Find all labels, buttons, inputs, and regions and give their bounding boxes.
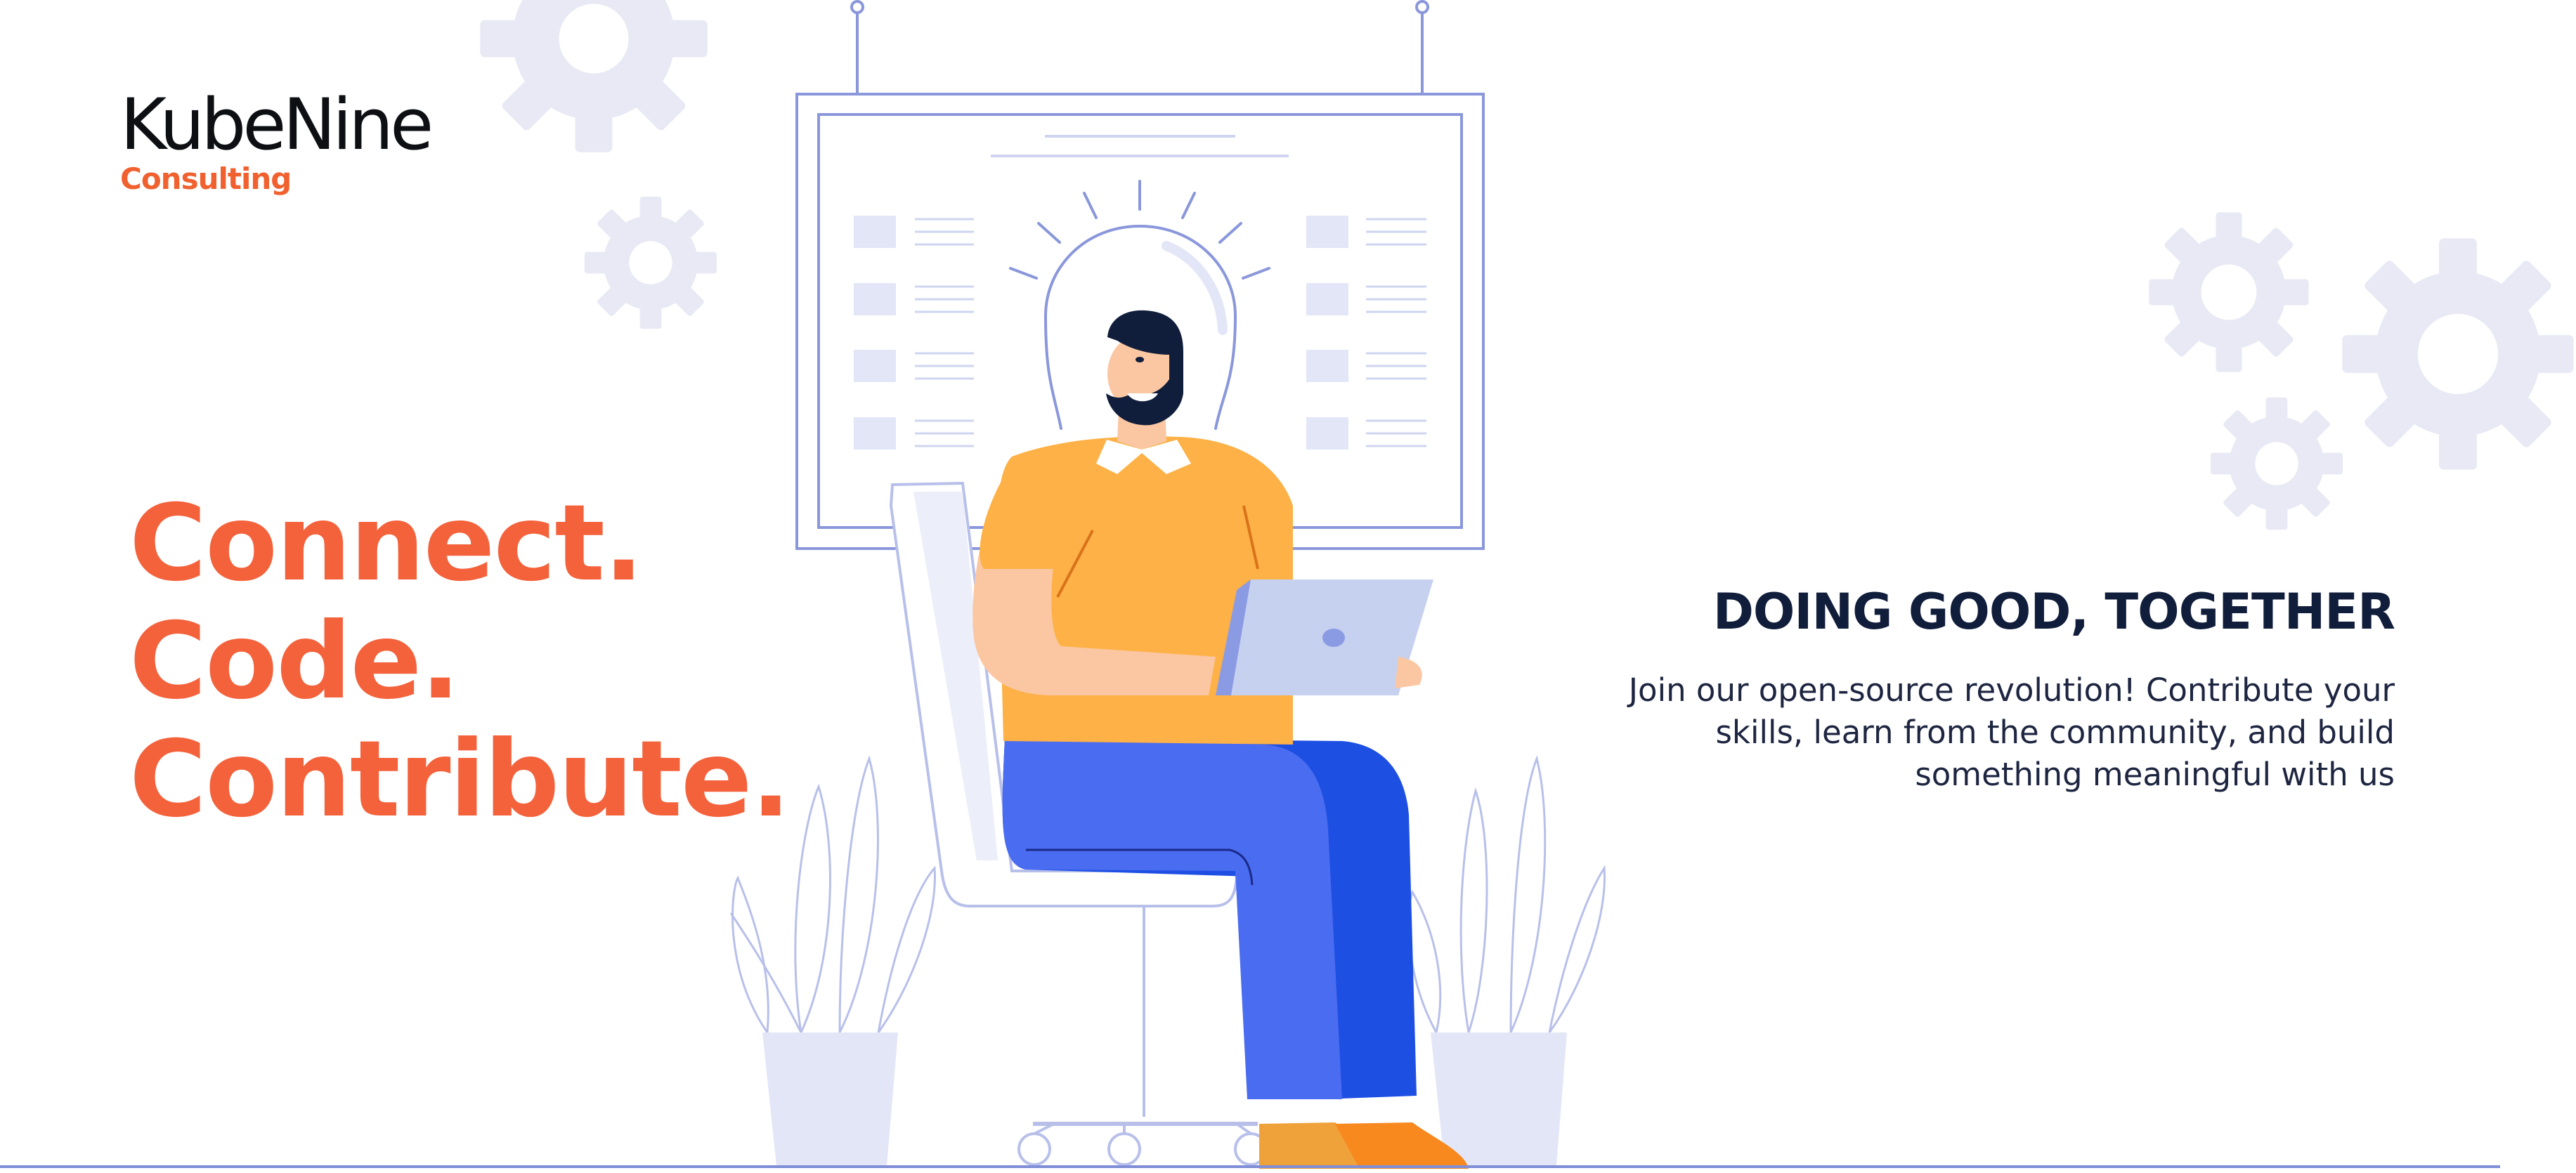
plant-icon — [729, 755, 936, 1033]
developer-figure — [972, 310, 1469, 1169]
description-line: Join our open-source revolution! Contrib… — [1628, 671, 2395, 709]
mission-title: DOING GOOD, TOGETHER — [1712, 583, 2395, 641]
planter-pot — [762, 1033, 898, 1166]
description-line: something meaningful with us — [1915, 756, 2395, 793]
description-line: skills, learn from the community, and bu… — [1715, 714, 2395, 751]
planter-pot — [1431, 1033, 1567, 1166]
plant-icon — [1407, 755, 1606, 1033]
mission-description: Join our open-source revolution! Contrib… — [1552, 669, 2395, 796]
ground-line — [0, 1165, 2500, 1168]
